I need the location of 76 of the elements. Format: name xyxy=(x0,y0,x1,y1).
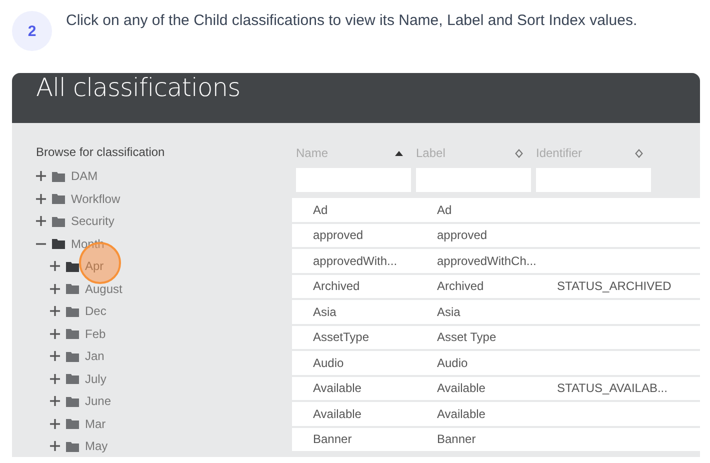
expand-icon[interactable] xyxy=(50,306,60,316)
column-header[interactable]: Name xyxy=(296,145,411,161)
table-cell-text: Banner xyxy=(313,432,353,446)
folder-icon xyxy=(52,170,65,182)
expand-icon[interactable] xyxy=(50,328,60,339)
table-row[interactable]: approvedWith... approvedWithCh... xyxy=(292,249,700,272)
column-header[interactable]: Label xyxy=(416,145,531,161)
expand-icon[interactable] xyxy=(50,374,60,384)
browse-heading: Browse for classification xyxy=(36,145,165,159)
folder-icon xyxy=(66,373,79,384)
table-cell-text: approvedWith... xyxy=(313,254,398,268)
folder-icon xyxy=(66,350,79,362)
table-cell-text: Audio xyxy=(313,356,345,370)
tree-item[interactable]: Apr xyxy=(85,259,104,274)
table-row[interactable]: Asia Asia xyxy=(292,300,700,324)
tree-item[interactable]: July xyxy=(85,372,106,386)
table-row[interactable]: Available Available STATUS_AVAILAB... xyxy=(292,376,700,400)
expand-icon[interactable] xyxy=(50,418,60,429)
table-cell-text: Ad xyxy=(437,202,453,217)
table-cell-text: Available xyxy=(437,381,486,396)
expand-icon[interactable] xyxy=(50,396,60,406)
table-cell-text: Available xyxy=(313,406,362,421)
folder-icon xyxy=(52,216,65,227)
folder-icon xyxy=(66,306,79,317)
table-cell-text: Archived xyxy=(313,279,361,294)
table-row[interactable]: Archived Archived STATUS_ARCHIVED xyxy=(292,274,700,298)
folder-icon xyxy=(52,193,65,204)
tree-item[interactable]: Security xyxy=(71,214,114,228)
table-cell-text: Banner xyxy=(437,432,477,446)
tree-item[interactable]: Jan xyxy=(85,349,104,364)
table-cell-text: Asset Type xyxy=(437,330,498,344)
table-cell-text: Asia xyxy=(437,304,462,319)
table-cell-text: Ad xyxy=(313,202,329,217)
table-cell-text: approved xyxy=(313,228,364,242)
tree-item[interactable]: June xyxy=(85,394,112,408)
table-row[interactable]: Banner Banner xyxy=(292,428,700,451)
column-header[interactable]: Identifier xyxy=(536,145,651,161)
expand-icon[interactable] xyxy=(50,261,60,272)
folder-icon xyxy=(66,396,79,407)
table-row[interactable]: Available Available xyxy=(292,402,700,426)
folder-icon xyxy=(66,283,79,294)
tree-item[interactable]: DAM xyxy=(71,169,98,184)
folder-icon xyxy=(66,328,79,340)
table-cell-text: STATUS_AVAILAB... xyxy=(557,381,668,396)
table-cell-text: STATUS_ARCHIVED xyxy=(557,279,672,294)
expand-icon[interactable] xyxy=(50,441,60,452)
tree-item[interactable]: Feb xyxy=(85,326,106,341)
folder-icon xyxy=(66,418,79,430)
table-cell-text: Archived xyxy=(437,279,485,294)
expand-icon[interactable] xyxy=(36,216,46,226)
table-cell-text: approved xyxy=(437,228,488,242)
table-cell-text: Available xyxy=(313,381,362,396)
tree-item[interactable]: May xyxy=(85,439,108,454)
expand-icon[interactable] xyxy=(36,194,46,204)
folder-icon xyxy=(66,260,79,272)
table-row[interactable]: approved approved xyxy=(292,224,700,247)
table-cell-text: Available xyxy=(437,406,486,421)
table-cell-text: AssetType xyxy=(313,330,370,344)
folder-icon xyxy=(66,440,79,452)
table-cell-text: Asia xyxy=(313,304,338,319)
folder-icon xyxy=(52,238,65,250)
table-cell-text: approvedWithCh... xyxy=(437,254,538,268)
instruction-text: Click on any of the Child classifications to view its Name, Label and Sort Index values. xyxy=(66,11,638,31)
table-row[interactable]: Audio Audio xyxy=(292,351,700,374)
expand-icon[interactable] xyxy=(36,171,46,182)
table-row[interactable]: AssetType Asset Type xyxy=(292,326,700,349)
tree-item[interactable]: August xyxy=(85,282,122,296)
tree-item[interactable]: Mar xyxy=(85,416,106,431)
panel-title: All classifications xyxy=(36,73,240,103)
tree-item[interactable]: Workflow xyxy=(71,192,120,206)
expand-icon[interactable] xyxy=(50,284,60,294)
expand-icon[interactable] xyxy=(50,351,60,362)
step-number: 2 xyxy=(12,11,52,51)
tree-item[interactable]: Dec xyxy=(85,304,106,318)
table-row[interactable]: Ad Ad xyxy=(292,198,700,222)
table-cell-text: Audio xyxy=(437,356,469,370)
